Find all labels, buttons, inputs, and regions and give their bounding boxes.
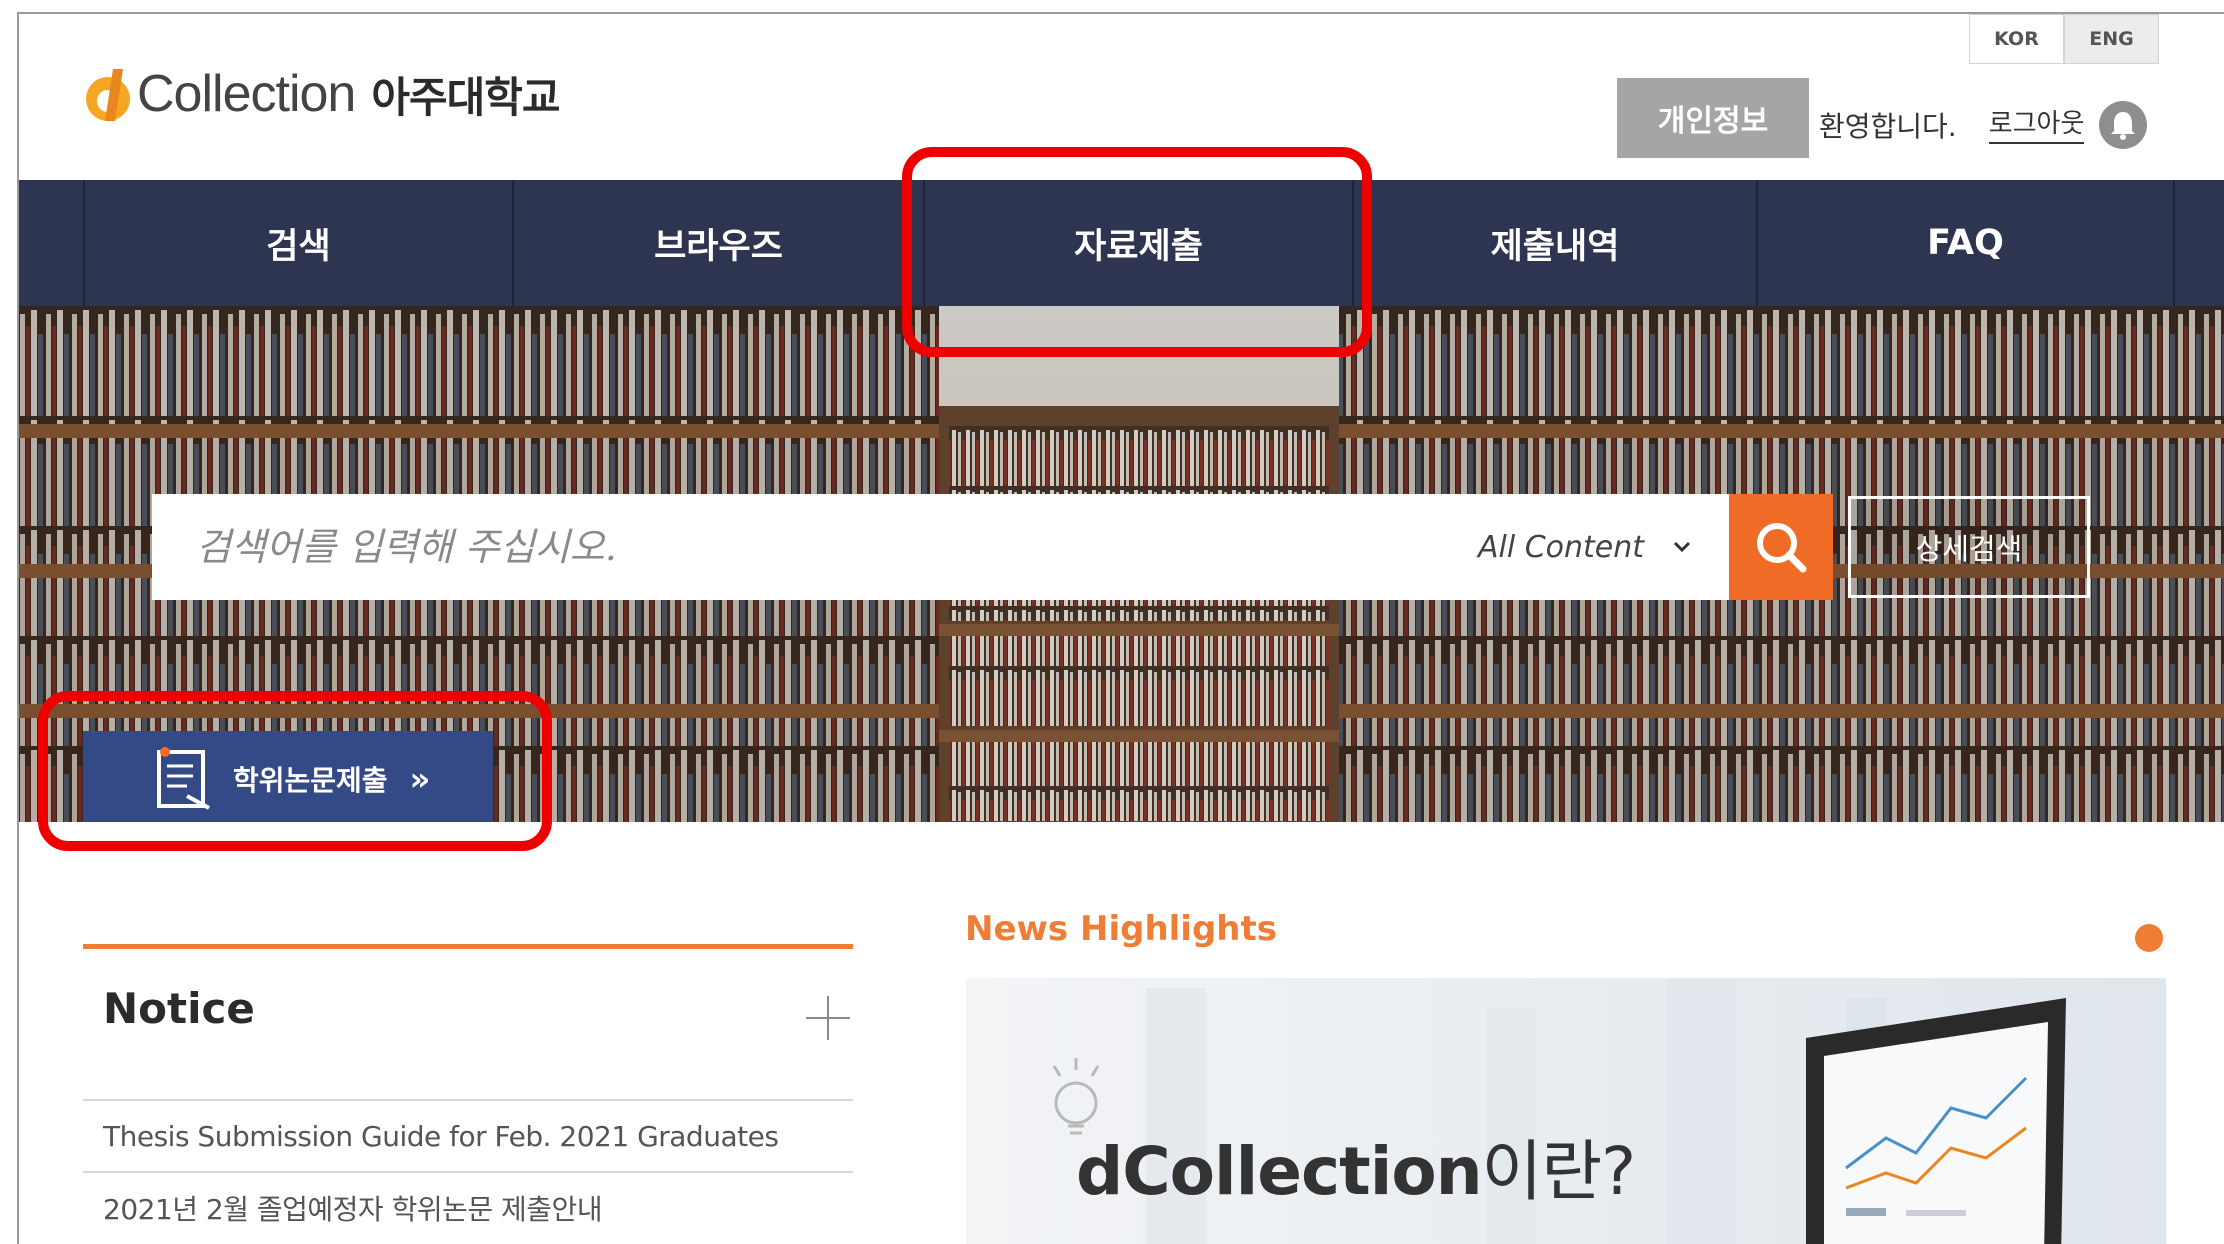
highlight-box-thesis-button bbox=[38, 691, 552, 851]
advanced-search-button[interactable]: 상세검색 bbox=[1848, 496, 2090, 598]
logo-school-name: 아주대학교 bbox=[371, 72, 560, 122]
lang-kor-button[interactable]: KOR bbox=[1969, 14, 2064, 64]
lang-eng-button[interactable]: ENG bbox=[2064, 14, 2159, 64]
bell-icon[interactable] bbox=[2098, 100, 2148, 150]
chevron-down-icon bbox=[1673, 541, 1691, 553]
dcollection-logo-icon bbox=[86, 69, 130, 121]
nav-item-faq[interactable]: FAQ bbox=[1756, 180, 2175, 306]
user-area: 개인정보 환영합니다. 로그아웃 bbox=[1617, 78, 2148, 158]
highlight-box-submit-menu bbox=[902, 147, 1372, 357]
notice-heading: Notice bbox=[103, 984, 255, 1033]
logo-wordmark: Collection bbox=[137, 65, 356, 123]
search-button[interactable] bbox=[1729, 494, 1833, 600]
nav-item-search[interactable]: 검색 bbox=[83, 180, 512, 306]
news-banner-brand: dCollection bbox=[1076, 1133, 1483, 1210]
notice-list: Thesis Submission Guide for Feb. 2021 Gr… bbox=[83, 1099, 853, 1243]
news-banner[interactable]: dCollection이란? bbox=[966, 978, 2166, 1244]
notice-item[interactable]: 2021년 2월 졸업예정자 학위논문 제출안내 bbox=[83, 1171, 853, 1243]
privacy-button[interactable]: 개인정보 bbox=[1617, 78, 1809, 158]
search-icon bbox=[1757, 523, 1807, 573]
search-input[interactable] bbox=[152, 494, 1432, 600]
site-logo[interactable]: Collection 아주대학교 bbox=[83, 54, 561, 134]
scope-select[interactable]: All Content bbox=[1478, 494, 1692, 600]
news-banner-suffix: 이란? bbox=[1481, 1133, 1636, 1210]
news-heading: News Highlights bbox=[965, 909, 1277, 949]
carousel-indicator-dot[interactable] bbox=[2135, 924, 2163, 952]
nav-item-browse[interactable]: 브라우즈 bbox=[512, 180, 923, 306]
nav-item-history[interactable]: 제출내역 bbox=[1352, 180, 1756, 306]
logout-link[interactable]: 로그아웃 bbox=[1988, 103, 2085, 144]
browser-viewport: KOR ENG Collection 아주대학교 개인정보 환영합니다. 로그아… bbox=[17, 12, 2224, 1244]
notice-item[interactable]: Thesis Submission Guide for Feb. 2021 Gr… bbox=[83, 1099, 853, 1171]
notice-divider bbox=[83, 944, 853, 949]
search-bar: All Content bbox=[152, 494, 1729, 600]
language-switcher: KOR ENG bbox=[1969, 14, 2159, 64]
news-banner-caption: dCollection이란? bbox=[1076, 1118, 1636, 1214]
plus-icon[interactable] bbox=[804, 994, 852, 1042]
scope-select-value: All Content bbox=[1478, 529, 1645, 565]
welcome-text: 환영합니다. bbox=[1819, 110, 1957, 143]
